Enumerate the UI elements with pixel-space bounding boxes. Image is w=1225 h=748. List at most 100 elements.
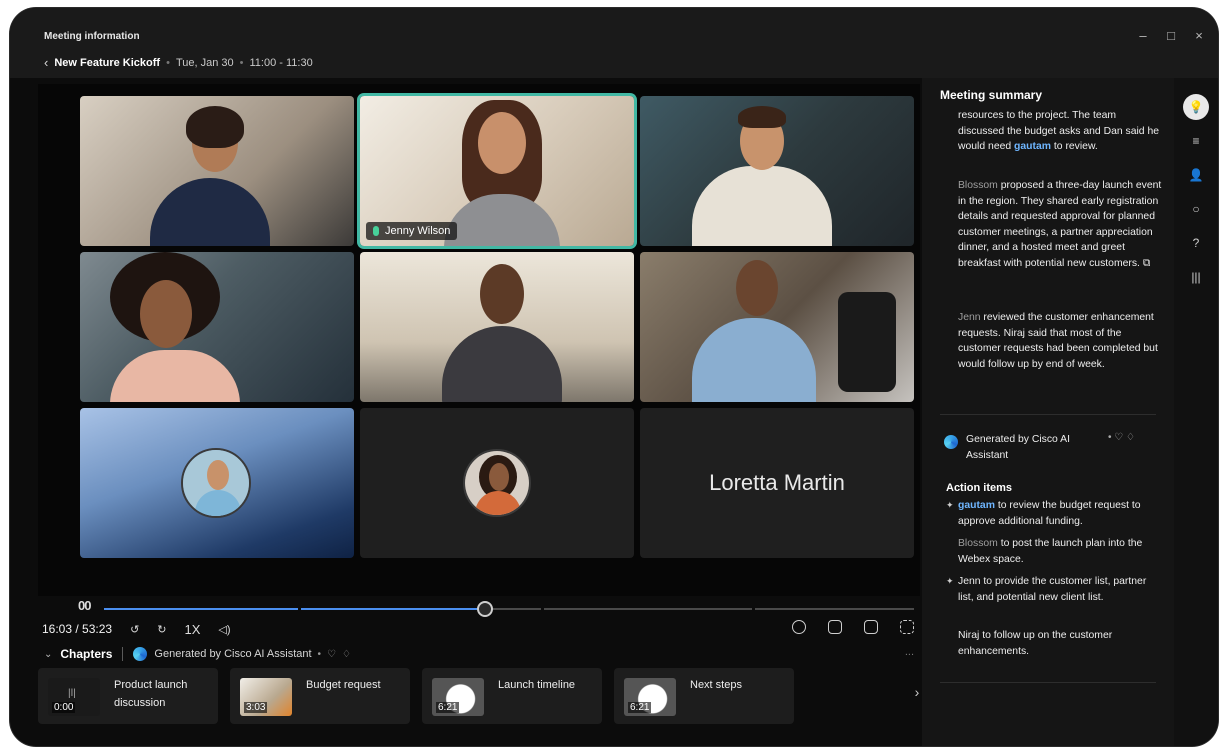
side-rail: 💡 ≡ 👤 ○ ? ||| [1174, 78, 1218, 746]
chapter-title: Launch timeline [498, 679, 576, 691]
chapter-title: Budget request [306, 679, 381, 691]
back-icon[interactable]: ‹ [44, 55, 48, 70]
breadcrumb: ‹ New Feature Kickoff • Tue, Jan 30 • 11… [44, 55, 313, 70]
sparkle-icon: ✦ [946, 500, 954, 510]
action-item: Blossom to post the launch plan into the… [946, 536, 1156, 567]
forward-icon[interactable]: ↻ [157, 623, 166, 636]
video-tile[interactable] [80, 408, 354, 558]
participant-name: Jenn [958, 312, 981, 323]
pause-button[interactable]: 00 [78, 598, 92, 613]
sparkle-icon: ✦ [946, 576, 954, 586]
mention-link[interactable]: gautam [958, 500, 995, 511]
thumbs-down-icon[interactable]: ♢ [342, 649, 351, 660]
participant-head [736, 260, 778, 316]
chapters-label: Chapters [60, 647, 113, 661]
participant-avatar [181, 448, 251, 518]
seek-bar[interactable] [104, 601, 914, 617]
speaker-name: Jenny Wilson [385, 225, 451, 237]
summary-text: reviewed the customer enhancement reques… [958, 312, 1158, 370]
video-tile[interactable] [80, 252, 354, 402]
thumbs-up-icon[interactable]: ♡ [327, 649, 336, 660]
chat-tab-icon[interactable]: ○ [1183, 196, 1209, 222]
player-controls: 16:03 / 53:23 ↺ ↻ 1X ◁) [38, 616, 920, 642]
time-display: 16:03 / 53:23 [42, 622, 113, 636]
player-right-controls [792, 620, 914, 634]
chapter-card[interactable]: 3:03 Budget request [230, 668, 410, 724]
cisco-ai-assistant-icon [133, 647, 148, 661]
summary-paragraph: resources to the project. The team discu… [958, 108, 1162, 155]
video-tile[interactable] [360, 252, 634, 402]
action-item-text: Jenn to provide the customer list, partn… [958, 576, 1147, 603]
chapter-list: |ǀ| 0:00 Product launch discussion 3:03 … [38, 668, 910, 726]
video-tile-active-speaker[interactable]: Jenny Wilson [360, 96, 634, 246]
summary-paragraph: Jenn reviewed the customer enhancement r… [958, 310, 1162, 372]
volume-icon[interactable]: ◁) [218, 623, 230, 636]
fullscreen-icon[interactable] [900, 620, 914, 634]
chapter-duration: 3:03 [244, 702, 268, 713]
video-tile[interactable] [640, 96, 914, 246]
action-item: Niraj to follow up on the customer enhan… [946, 628, 1156, 659]
meeting-title: New Feature Kickoff [54, 56, 161, 69]
questions-tab-icon[interactable]: ? [1183, 230, 1209, 256]
chapter-duration: 6:21 [436, 702, 460, 713]
chapter-card[interactable]: |ǀ| 0:00 Product launch discussion [38, 668, 218, 724]
minimize-button[interactable]: – [1134, 28, 1152, 43]
video-tile[interactable] [360, 408, 634, 558]
mention-link[interactable]: gautam [1014, 141, 1051, 152]
divider [940, 682, 1156, 683]
more-options-icon[interactable]: ... [905, 646, 914, 658]
video-tile[interactable] [80, 96, 354, 246]
chapter-card[interactable]: 6:21 Next steps [614, 668, 794, 724]
chapter-marker [541, 607, 545, 611]
participants-tab-icon[interactable]: 👤 [1183, 162, 1209, 188]
participant-name: Blossom [958, 538, 998, 549]
picture-in-picture-icon[interactable] [864, 620, 878, 634]
speaker-name-tag: Jenny Wilson [366, 222, 458, 240]
meeting-date: Tue, Jan 30 [175, 56, 234, 69]
rewind-icon[interactable]: ↺ [130, 623, 139, 636]
chapter-title: Next steps [690, 679, 742, 691]
participants-view-icon[interactable] [792, 620, 806, 634]
participant-name-tile: Loretta Martin [709, 470, 845, 495]
captions-icon[interactable] [828, 620, 842, 634]
participant-head [207, 460, 229, 490]
chapter-card[interactable]: 6:21 Launch timeline [422, 668, 602, 724]
seek-knob[interactable] [476, 601, 493, 617]
participant-hair [738, 106, 786, 128]
audio-levels-tab-icon[interactable]: ||| [1183, 264, 1209, 290]
title-bar: Meeting information – □ × ‹ New Feature … [10, 8, 1218, 78]
summary-panel: Meeting summary resources to the project… [922, 78, 1174, 746]
chapter-thumbnail: |ǀ| 0:00 [48, 678, 100, 716]
ai-generated-label: Generated by Cisco AI Assistant [966, 434, 1070, 461]
close-button[interactable]: × [1190, 28, 1208, 43]
video-tile[interactable] [640, 252, 914, 402]
audio-wave-icon: |ǀ| [68, 688, 76, 699]
meeting-summary-tab-icon[interactable]: 💡 [1183, 94, 1209, 120]
summary-text: to review. [1051, 141, 1098, 152]
action-item-text: Niraj to follow up on the customer enhan… [958, 630, 1113, 657]
chapter-title: Product launch discussion [114, 679, 188, 709]
separator-dot: • [166, 56, 170, 69]
chapter-duration: 6:21 [628, 702, 652, 713]
participant-name: Blossom [958, 180, 998, 191]
feedback-icons[interactable]: • ♡ ♢ [1108, 432, 1135, 443]
copy-icon[interactable]: ⧉ [1143, 258, 1150, 269]
participant-head [478, 112, 526, 174]
app-window: Meeting information – □ × ‹ New Feature … [10, 8, 1218, 746]
playback-speed-button[interactable]: 1X [185, 622, 201, 637]
chapters-generated-by: Generated by Cisco AI Assistant [154, 648, 312, 660]
participant-head [140, 280, 192, 348]
separator-dot: • [239, 56, 244, 69]
chapter-thumbnail: 3:03 [240, 678, 292, 716]
video-tile[interactable]: Loretta Martin [640, 408, 914, 558]
summary-text: proposed a three-day launch event in the… [958, 180, 1162, 269]
maximize-button[interactable]: □ [1162, 28, 1180, 43]
summary-paragraph: Blossom proposed a three-day launch even… [958, 178, 1162, 271]
collapse-chapters-icon[interactable]: ⌄ [44, 649, 52, 660]
divider [122, 647, 124, 661]
action-item-bullet [946, 628, 958, 659]
transcript-tab-icon[interactable]: ≡ [1183, 128, 1209, 154]
seek-bar-fill [104, 608, 485, 610]
window-title: Meeting information [44, 31, 140, 42]
participant-hair [186, 106, 244, 148]
